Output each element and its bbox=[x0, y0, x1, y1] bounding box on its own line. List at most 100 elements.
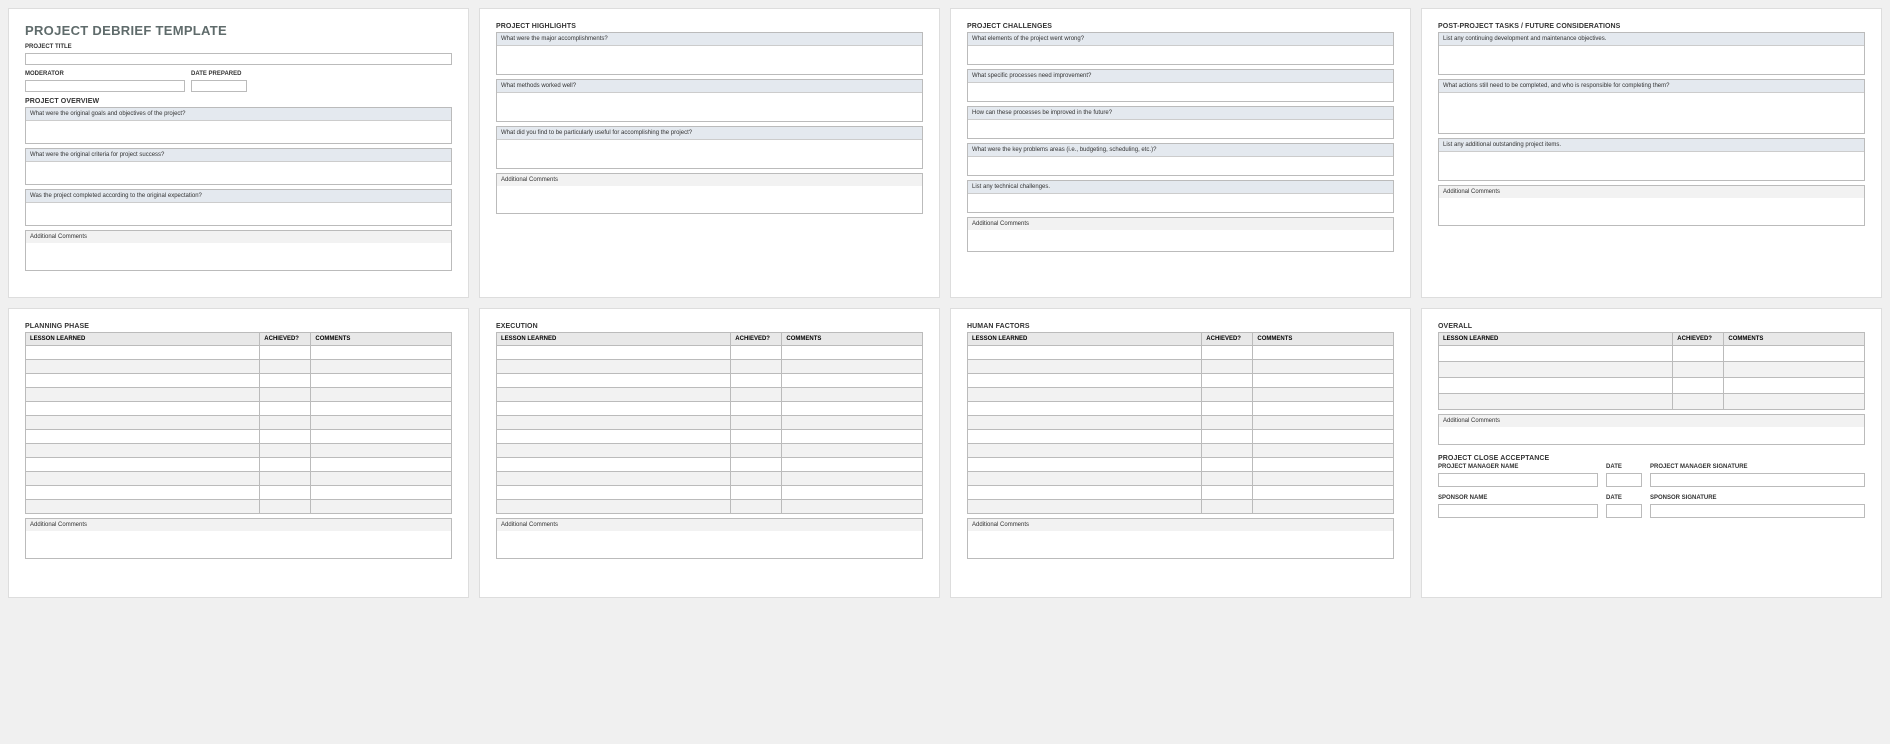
table-row[interactable] bbox=[497, 444, 923, 458]
table-row[interactable] bbox=[968, 360, 1394, 374]
input-addl-comments-3[interactable] bbox=[967, 230, 1394, 252]
a-highlights-useful[interactable] bbox=[497, 140, 922, 168]
input-pm-sig[interactable] bbox=[1650, 473, 1865, 487]
table-row[interactable] bbox=[968, 416, 1394, 430]
a-chal-problems[interactable] bbox=[968, 157, 1393, 175]
table-row[interactable] bbox=[497, 500, 923, 514]
table-row[interactable] bbox=[26, 430, 452, 444]
table-row[interactable] bbox=[968, 444, 1394, 458]
table-row[interactable] bbox=[497, 388, 923, 402]
q-chal-future: How can these processes be improved in t… bbox=[968, 107, 1393, 120]
table-row[interactable] bbox=[26, 472, 452, 486]
table-row[interactable] bbox=[26, 360, 452, 374]
a-highlights-accomp[interactable] bbox=[497, 46, 922, 74]
table-row[interactable] bbox=[26, 346, 452, 360]
input-sp-name[interactable] bbox=[1438, 504, 1598, 518]
input-pm-date[interactable] bbox=[1606, 473, 1642, 487]
table-row[interactable] bbox=[968, 500, 1394, 514]
table-row[interactable] bbox=[26, 500, 452, 514]
table-row[interactable] bbox=[26, 444, 452, 458]
a-post-actions[interactable] bbox=[1439, 93, 1864, 133]
a-chal-tech[interactable] bbox=[968, 194, 1393, 212]
table-row[interactable] bbox=[497, 458, 923, 472]
table-row[interactable] bbox=[968, 402, 1394, 416]
label-addl-comments-5: Additional Comments bbox=[25, 518, 452, 531]
input-date-prepared[interactable] bbox=[191, 80, 247, 92]
input-pm-name[interactable] bbox=[1438, 473, 1598, 487]
label-addl-comments-3: Additional Comments bbox=[967, 217, 1394, 230]
page-8: OVERALL LESSON LEARNED ACHIEVED? COMMENT… bbox=[1421, 308, 1882, 598]
table-row[interactable] bbox=[968, 486, 1394, 500]
table-row[interactable] bbox=[26, 458, 452, 472]
input-addl-comments-6[interactable] bbox=[496, 531, 923, 559]
section-execution: EXECUTION bbox=[496, 323, 923, 330]
table-row[interactable] bbox=[497, 472, 923, 486]
qbox-post-dev: List any continuing development and main… bbox=[1438, 32, 1865, 75]
label-moderator: MODERATOR bbox=[25, 71, 185, 77]
doc-title: PROJECT DEBRIEF TEMPLATE bbox=[25, 23, 452, 38]
page-1: PROJECT DEBRIEF TEMPLATE PROJECT TITLE M… bbox=[8, 8, 469, 298]
input-moderator[interactable] bbox=[25, 80, 185, 92]
table-row[interactable] bbox=[968, 430, 1394, 444]
section-overall: OVERALL bbox=[1438, 323, 1865, 330]
table-row[interactable] bbox=[968, 374, 1394, 388]
page-4: POST-PROJECT TASKS / FUTURE CONSIDERATIO… bbox=[1421, 8, 1882, 298]
q-highlights-accomp: What were the major accomplishments? bbox=[497, 33, 922, 46]
label-pm-date: DATE bbox=[1606, 464, 1642, 470]
table-row[interactable] bbox=[26, 486, 452, 500]
table-row[interactable] bbox=[968, 458, 1394, 472]
table-row[interactable] bbox=[1439, 394, 1865, 410]
a-overview-goals[interactable] bbox=[26, 121, 451, 143]
input-project-title[interactable] bbox=[25, 53, 452, 65]
label-addl-comments-6: Additional Comments bbox=[496, 518, 923, 531]
page-7: HUMAN FACTORS LESSON LEARNED ACHIEVED? C… bbox=[950, 308, 1411, 598]
a-highlights-methods[interactable] bbox=[497, 93, 922, 121]
th-achieved: ACHIEVED? bbox=[1673, 333, 1724, 346]
table-row[interactable] bbox=[497, 346, 923, 360]
a-overview-expectation[interactable] bbox=[26, 203, 451, 225]
page-3: PROJECT CHALLENGES What elements of the … bbox=[950, 8, 1411, 298]
section-highlights: PROJECT HIGHLIGHTS bbox=[496, 23, 923, 30]
a-chal-future[interactable] bbox=[968, 120, 1393, 138]
table-row[interactable] bbox=[497, 402, 923, 416]
qbox-overview-expectation: Was the project completed according to t… bbox=[25, 189, 452, 226]
qbox-highlights-accomp: What were the major accomplishments? bbox=[496, 32, 923, 75]
th-comments: COMMENTS bbox=[311, 333, 452, 346]
q-post-items: List any additional outstanding project … bbox=[1439, 139, 1864, 152]
input-addl-comments-5[interactable] bbox=[25, 531, 452, 559]
table-row[interactable] bbox=[497, 416, 923, 430]
table-row[interactable] bbox=[497, 374, 923, 388]
input-addl-comments-1[interactable] bbox=[25, 243, 452, 271]
input-sp-sig[interactable] bbox=[1650, 504, 1865, 518]
table-row[interactable] bbox=[1439, 378, 1865, 394]
input-addl-comments-2[interactable] bbox=[496, 186, 923, 214]
table-row[interactable] bbox=[497, 430, 923, 444]
input-addl-comments-7[interactable] bbox=[967, 531, 1394, 559]
q-chal-wrong: What elements of the project went wrong? bbox=[968, 33, 1393, 46]
label-pm-name: PROJECT MANAGER NAME bbox=[1438, 464, 1598, 470]
table-row[interactable] bbox=[26, 402, 452, 416]
table-row[interactable] bbox=[968, 346, 1394, 360]
table-row[interactable] bbox=[26, 416, 452, 430]
table-row[interactable] bbox=[497, 360, 923, 374]
qbox-post-items: List any additional outstanding project … bbox=[1438, 138, 1865, 181]
table-row[interactable] bbox=[968, 472, 1394, 486]
table-row[interactable] bbox=[1439, 346, 1865, 362]
table-row[interactable] bbox=[26, 374, 452, 388]
label-addl-comments-4: Additional Comments bbox=[1438, 185, 1865, 198]
a-overview-criteria[interactable] bbox=[26, 162, 451, 184]
table-row[interactable] bbox=[968, 388, 1394, 402]
qbox-chal-problems: What were the key problems areas (i.e., … bbox=[967, 143, 1394, 176]
input-sp-date[interactable] bbox=[1606, 504, 1642, 518]
a-post-items[interactable] bbox=[1439, 152, 1864, 180]
table-row[interactable] bbox=[497, 486, 923, 500]
input-addl-comments-8[interactable] bbox=[1438, 427, 1865, 445]
a-post-dev[interactable] bbox=[1439, 46, 1864, 74]
table-row[interactable] bbox=[1439, 362, 1865, 378]
table-row[interactable] bbox=[26, 388, 452, 402]
section-project-overview: PROJECT OVERVIEW bbox=[25, 98, 452, 105]
a-chal-improve[interactable] bbox=[968, 83, 1393, 101]
a-chal-wrong[interactable] bbox=[968, 46, 1393, 64]
input-addl-comments-4[interactable] bbox=[1438, 198, 1865, 226]
table-human-factors: LESSON LEARNED ACHIEVED? COMMENTS bbox=[967, 332, 1394, 514]
